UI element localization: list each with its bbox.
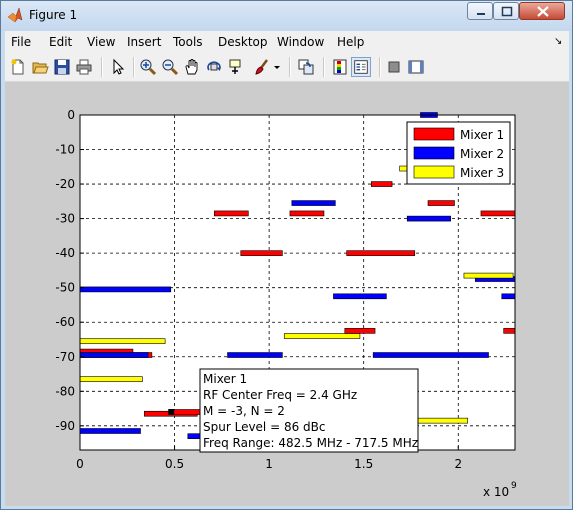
menu-help[interactable]: Help xyxy=(337,35,364,49)
minimize-icon xyxy=(477,13,485,15)
spur-chart[interactable]: 0 0.5 1 1.5 2 0 -10 -20 -30 -40 -50 -60 -70 -80 -90 x 1… xyxy=(5,82,569,506)
legend-label-mixer-3: Mixer 3 xyxy=(460,166,504,180)
legend-label-mixer-1: Mixer 1 xyxy=(460,128,504,142)
legend-label-mixer-2: Mixer 2 xyxy=(460,147,504,161)
maximize-button[interactable] xyxy=(493,2,519,20)
close-button[interactable] xyxy=(519,2,565,20)
spur-bar-mixer-1 xyxy=(240,250,283,256)
close-icon xyxy=(537,6,549,17)
spur-bar-mixer-1 xyxy=(503,328,516,334)
maximize-icon xyxy=(501,6,513,17)
spur-bar-mixer-2 xyxy=(79,286,172,293)
figure-toolbar xyxy=(5,53,569,82)
legend-swatch-mixer-3 xyxy=(413,165,455,179)
datatip-line: Mixer 1 xyxy=(203,372,247,386)
menu-bar: File Edit View Insert Tools Desktop Wind… xyxy=(5,31,569,53)
window-title: Figure 1 xyxy=(29,8,78,22)
y-tick-label: -60 xyxy=(55,315,75,329)
spur-bar-mixer-2 xyxy=(333,293,387,300)
new-figure-icon[interactable] xyxy=(9,58,27,76)
title-bar[interactable]: Figure 1 xyxy=(1,1,572,31)
spur-bar-mixer-3 xyxy=(79,376,143,383)
insert-colorbar-icon[interactable] xyxy=(331,58,349,76)
legend-swatch-mixer-2 xyxy=(413,146,455,160)
spur-bar-mixer-2 xyxy=(406,215,451,222)
menu-desktop[interactable]: Desktop xyxy=(218,35,268,49)
spur-bar-mixer-1 xyxy=(427,200,455,206)
spur-bar-mixer-2 xyxy=(79,352,149,358)
spur-bar-mixer-3 xyxy=(79,338,166,345)
minimize-button[interactable] xyxy=(467,2,493,20)
datatip-line: RF Center Freq = 2.4 GHz xyxy=(203,388,357,402)
spur-bar-mixer-1 xyxy=(480,210,516,217)
figure-window: Figure 1 File Edit View Insert Tools Des… xyxy=(0,0,573,510)
datatip-marker xyxy=(168,409,175,416)
y-tick-label: -50 xyxy=(55,281,75,295)
menu-window[interactable]: Window xyxy=(277,35,324,49)
save-icon[interactable] xyxy=(53,58,71,76)
datatip-line: Spur Level = 86 dBc xyxy=(203,420,325,434)
y-tick-label: -70 xyxy=(55,350,75,364)
y-tick-label: -20 xyxy=(55,177,75,191)
y-tick-label: -30 xyxy=(55,212,75,226)
x-tick-label: 0.5 xyxy=(165,457,184,471)
matlab-logo-icon xyxy=(7,7,23,23)
spur-bar-mixer-1 xyxy=(213,210,249,217)
spur-bar-mixer-1 xyxy=(344,328,376,334)
x-tick-label: 1.5 xyxy=(354,457,373,471)
figure-canvas: 0 0.5 1 1.5 2 0 -10 -20 -30 -40 -50 -60 -70 -80 -90 x 1… xyxy=(5,82,569,506)
menu-insert[interactable]: Insert xyxy=(127,35,161,49)
datatip-line: Freq Range: 482.5 MHz - 717.5 MHz xyxy=(203,436,418,450)
menu-edit[interactable]: Edit xyxy=(49,35,72,49)
brush-icon[interactable] xyxy=(253,58,271,76)
y-tick-label: -40 xyxy=(55,246,75,260)
spur-bar-mixer-3 xyxy=(463,272,514,279)
brush-dropdown-icon[interactable] xyxy=(273,58,281,76)
spur-bar-mixer-2 xyxy=(227,352,283,358)
zoom-out-icon[interactable] xyxy=(161,58,179,76)
menu-file[interactable]: File xyxy=(11,35,31,49)
x-exponent-power: 9 xyxy=(511,481,517,491)
spur-bar-mixer-2 xyxy=(79,428,141,434)
menu-view[interactable]: View xyxy=(87,35,115,49)
y-tick-label: -80 xyxy=(55,384,75,398)
dock-arrow-icon[interactable]: ↘ xyxy=(554,36,562,47)
x-tick-label: 0 xyxy=(76,457,84,471)
show-plot-tools-icon[interactable] xyxy=(407,58,425,76)
rotate-3d-icon[interactable] xyxy=(205,58,223,76)
legend-swatch-mixer-1 xyxy=(413,127,455,141)
data-cursor-icon[interactable] xyxy=(227,58,245,76)
datatip-line: M = -3, N = 2 xyxy=(203,404,285,418)
zoom-in-icon[interactable] xyxy=(139,58,157,76)
y-tick-label: -90 xyxy=(55,419,75,433)
edit-plot-arrow-icon[interactable] xyxy=(109,58,127,76)
hide-plot-tools-icon[interactable] xyxy=(385,58,403,76)
spur-bar-mixer-3 xyxy=(416,417,469,424)
x-exponent-label: x 10 xyxy=(483,485,509,499)
spur-bar-mixer-3 xyxy=(283,333,361,339)
spur-bar-mixer-1 xyxy=(289,210,325,217)
x-tick-label: 1 xyxy=(265,457,273,471)
spur-bar-mixer-2 xyxy=(291,200,336,206)
insert-legend-icon[interactable] xyxy=(351,57,371,77)
print-icon[interactable] xyxy=(75,58,93,76)
x-tick-label: 2 xyxy=(454,457,462,471)
y-tick-label: -10 xyxy=(55,143,75,157)
spur-bar-mixer-1 xyxy=(370,181,393,187)
spur-bar-mixer-1 xyxy=(346,250,416,256)
menu-tools[interactable]: Tools xyxy=(173,35,203,49)
pan-hand-icon[interactable] xyxy=(183,58,201,76)
spur-bar-mixer-2 xyxy=(501,293,516,300)
spur-bar-mixer-2 xyxy=(372,352,489,358)
link-plot-icon[interactable] xyxy=(297,58,315,76)
open-file-icon[interactable] xyxy=(31,58,49,76)
y-tick-label: 0 xyxy=(67,108,75,122)
